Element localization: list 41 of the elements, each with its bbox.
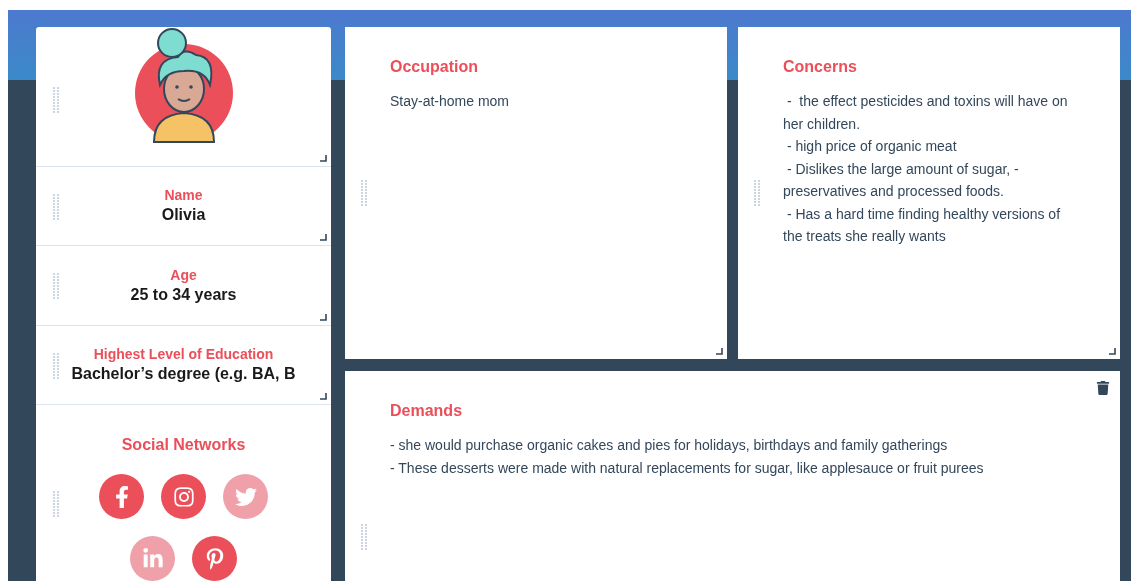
field-label: Age (170, 265, 197, 284)
card-text[interactable]: - the effect pesticides and toxins will have on her children. (783, 90, 1073, 135)
linkedin-link[interactable] (130, 536, 175, 581)
field-value: 25 to 34 years (130, 284, 237, 305)
card-text[interactable]: - she would purchase organic cakes and pies for holidays, birthdays and family gatherings (390, 434, 1090, 457)
pinterest-link[interactable] (192, 536, 237, 581)
twitter-link[interactable] (223, 474, 268, 519)
trash-icon (1096, 381, 1110, 395)
resize-handle-icon[interactable] (320, 313, 327, 321)
resize-handle-icon[interactable] (1109, 348, 1116, 355)
instagram-icon (172, 485, 195, 508)
facebook-link[interactable] (99, 474, 144, 519)
card-text[interactable]: Stay-at-home mom (390, 90, 697, 113)
social-title: Social Networks (121, 435, 246, 455)
instagram-link[interactable] (161, 474, 206, 519)
card-title: Concerns (783, 57, 858, 77)
drag-handle-icon[interactable] (53, 352, 59, 379)
resize-handle-icon[interactable] (320, 234, 327, 242)
drag-handle-icon[interactable] (53, 87, 59, 113)
drag-handle-icon[interactable] (754, 180, 760, 206)
drag-handle-icon[interactable] (361, 524, 367, 550)
field-label: Highest Level of Education (93, 344, 274, 363)
field-value: Olivia (161, 205, 206, 226)
resize-handle-icon[interactable] (716, 348, 723, 355)
drag-handle-icon[interactable] (53, 273, 59, 300)
card-text[interactable]: - These desserts were made with natural replacements for sugar, like applesauce or fruit purees (390, 456, 1090, 479)
delete-button[interactable] (1096, 381, 1110, 395)
resize-handle-icon[interactable] (320, 155, 327, 163)
drag-handle-icon[interactable] (53, 194, 59, 221)
field-value: Bachelor’s degree (e.g. BA, B (71, 363, 296, 384)
card-text[interactable]: - Has a hard time finding healthy versions of the treats she really wants (783, 202, 1073, 248)
drag-handle-icon[interactable] (53, 491, 59, 517)
card-text[interactable]: - high price of organic meat (783, 135, 1073, 158)
twitter-icon (234, 485, 257, 508)
card-title: Occupation (390, 57, 479, 77)
card-title: Demands (390, 401, 464, 421)
linkedin-icon (141, 547, 164, 570)
drag-handle-icon[interactable] (361, 180, 367, 206)
field-label: Name (164, 186, 203, 205)
card-text[interactable]: - Dislikes the large amount of sugar, - preservatives and processed foods. (783, 157, 1073, 203)
resize-handle-icon[interactable] (320, 393, 327, 400)
